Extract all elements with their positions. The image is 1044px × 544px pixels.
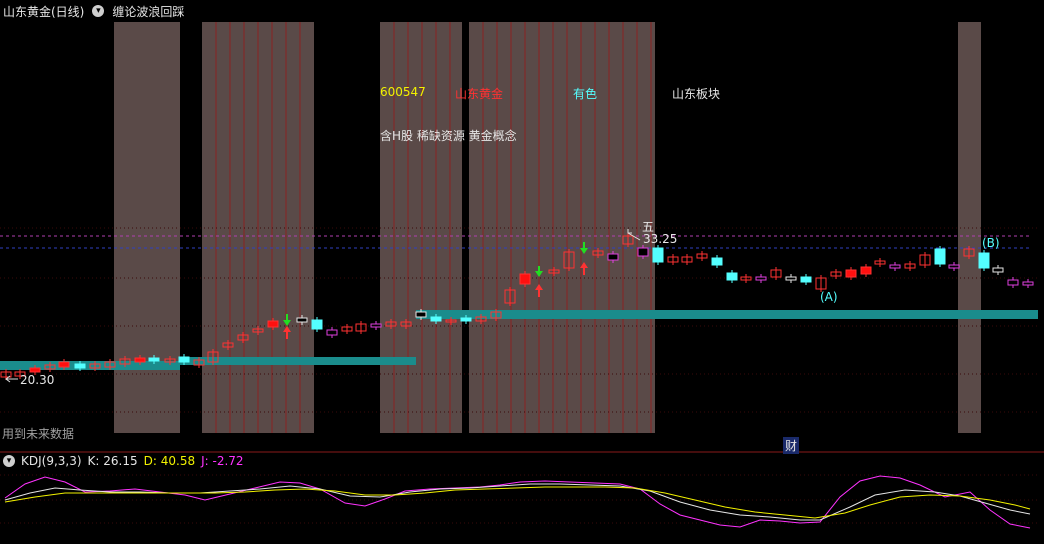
support-band-3 bbox=[416, 310, 1038, 319]
high-price-label: 33.25 bbox=[643, 232, 678, 246]
support-band-2 bbox=[180, 357, 416, 365]
candle-body bbox=[934, 248, 946, 265]
candle-body bbox=[800, 276, 812, 283]
kdj-k-value: K: 26.15 bbox=[87, 454, 138, 468]
future-data-notice: 用到未来数据 bbox=[2, 427, 75, 441]
candle-body bbox=[311, 319, 323, 330]
candle-body bbox=[711, 257, 723, 266]
kdj-j-value: J: -2.72 bbox=[201, 454, 244, 468]
candle-body bbox=[992, 267, 1004, 273]
candle-body bbox=[370, 323, 382, 328]
candle-body bbox=[785, 276, 797, 281]
candle-body bbox=[607, 253, 619, 261]
candle-body bbox=[860, 266, 872, 275]
candle-body bbox=[430, 316, 442, 322]
stock-name: 山东黄金 bbox=[455, 87, 504, 101]
chart-window: 山东黄金(日线) ▾ 缠论波浪回踩 600547 山东黄金 有色 山东板块 含H… bbox=[0, 0, 1044, 544]
candle-body bbox=[415, 311, 427, 318]
candle-body bbox=[948, 264, 960, 269]
candle-body bbox=[178, 356, 190, 363]
candle-body bbox=[1022, 281, 1034, 286]
candle-body bbox=[58, 361, 70, 368]
candle-body bbox=[637, 247, 649, 257]
sector-tag: 有色 bbox=[573, 87, 598, 101]
candle-body bbox=[845, 269, 857, 278]
kdj-label[interactable]: KDJ(9,3,3) bbox=[21, 454, 82, 468]
candle-body bbox=[29, 367, 41, 373]
candle-body bbox=[726, 272, 738, 281]
candle-body bbox=[74, 363, 86, 369]
shaded-region bbox=[958, 22, 981, 433]
candle-body bbox=[755, 276, 767, 281]
candle-body bbox=[519, 273, 531, 285]
kdj-dropdown-icon[interactable]: ▾ bbox=[3, 455, 15, 467]
wave-a-label: (A) bbox=[820, 290, 838, 304]
candle-body bbox=[460, 317, 472, 322]
candle-body bbox=[1007, 279, 1019, 286]
candle-body bbox=[134, 357, 146, 363]
finance-badge[interactable]: 财 bbox=[783, 437, 800, 454]
candle-body bbox=[326, 329, 338, 336]
shaded-region bbox=[114, 22, 180, 433]
kdj-k-line bbox=[4, 483, 1031, 521]
candle-body bbox=[889, 264, 901, 269]
stock-code: 600547 bbox=[380, 85, 426, 99]
candle-body bbox=[148, 357, 160, 362]
candle-body bbox=[978, 252, 990, 269]
concept-tags: 含H股 稀缺资源 黄金概念 bbox=[380, 129, 517, 143]
kdj-header: ▾ KDJ(9,3,3) K: 26.15 D: 40.58 J: -2.72 bbox=[0, 453, 244, 469]
kdj-d-value: D: 40.58 bbox=[143, 454, 196, 468]
candle-body bbox=[296, 317, 308, 323]
region-tag: 山东板块 bbox=[672, 87, 721, 101]
wave-b-label: (B) bbox=[982, 236, 1000, 250]
candle-body bbox=[652, 247, 664, 263]
low-price-label: 20.30 bbox=[20, 373, 55, 387]
kdj-j-line bbox=[4, 475, 1031, 529]
candle-body bbox=[267, 320, 279, 328]
